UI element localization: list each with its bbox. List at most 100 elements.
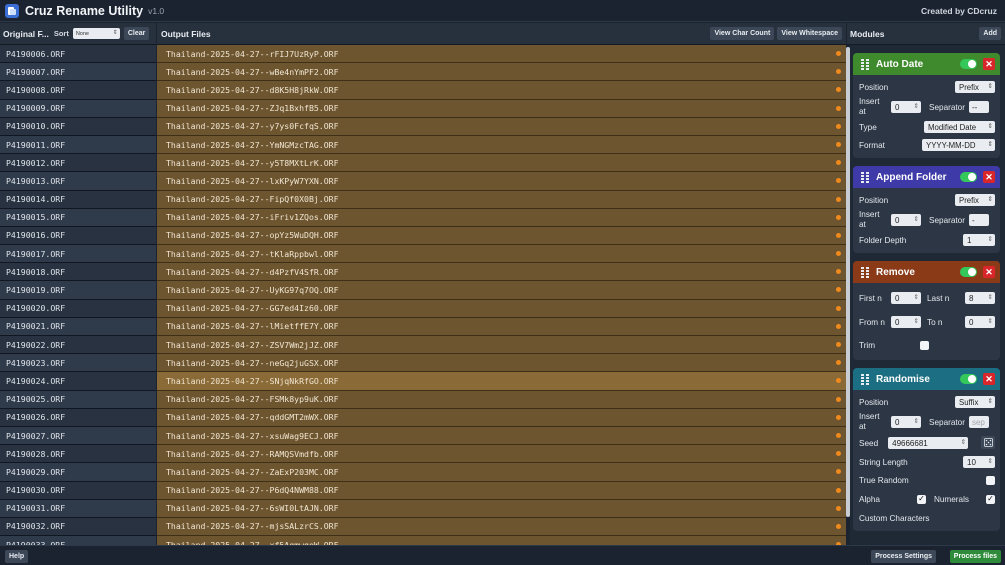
auto-date-header[interactable]: Auto Date ✕ (853, 53, 1000, 75)
trim-checkbox[interactable] (920, 340, 930, 350)
to-n-input[interactable]: 0 ⇕ (965, 316, 995, 328)
output-file-row[interactable]: Thailand-2025-04-27--mjsSALzrCS.ORF (157, 517, 846, 537)
append-folder-header[interactable]: Append Folder ✕ (853, 166, 1000, 188)
output-file-row[interactable]: Thailand-2025-04-27--lxKPyW7YXN.ORF (157, 172, 846, 191)
drag-handle-icon[interactable] (861, 373, 869, 385)
type-select[interactable]: Modified Date ⇕ (924, 121, 995, 133)
append-folder-toggle[interactable] (960, 172, 977, 182)
string-length-input[interactable]: 10 ⇕ (963, 456, 995, 468)
output-file-row[interactable]: Thailand-2025-04-27--rFIJ7UzRyP.ORF (157, 45, 846, 64)
output-file-row[interactable]: Thailand-2025-04-27--ZJq1BxhfB5.ORF (157, 99, 846, 118)
seed-input[interactable]: 49666681 ⇕ (888, 437, 969, 449)
help-button[interactable]: Help (5, 550, 29, 563)
output-file-row[interactable]: Thailand-2025-04-27--GG7ed4Iz60.ORF (157, 299, 846, 318)
output-file-row[interactable]: Thailand-2025-04-27--SNjqNkRfGO.ORF (157, 372, 846, 391)
output-files-list[interactable]: Thailand-2025-04-27--rFIJ7UzRyP.ORF Thail… (157, 45, 846, 545)
remove-header[interactable]: Remove ✕ (853, 261, 1000, 283)
output-file-row[interactable]: Thailand-2025-04-27--lMietffE7Y.ORF (157, 317, 846, 336)
original-file-row[interactable]: P4190018.ORF (0, 263, 156, 282)
output-file-row[interactable]: Thailand-2025-04-27--y5T8MXtLrK.ORF (157, 154, 846, 173)
original-file-row[interactable]: P4190025.ORF (0, 390, 156, 409)
close-icon[interactable]: ✕ (983, 58, 995, 70)
view-char-count-button[interactable]: View Char Count (710, 27, 775, 40)
original-file-row[interactable]: P4190032.ORF (0, 517, 156, 537)
output-file-row[interactable]: Thailand-2025-04-27--YmNGMzcTAG.ORF (157, 135, 846, 155)
true-random-checkbox[interactable] (986, 475, 995, 485)
insert-at-input[interactable]: 0 ⇕ (891, 101, 921, 113)
position-select[interactable]: Suffix ⇕ (955, 396, 995, 408)
output-file-row[interactable]: Thailand-2025-04-27--d4PzfV4SfR.ORF (157, 263, 846, 282)
drag-handle-icon[interactable] (861, 58, 869, 70)
original-file-row[interactable]: P4190023.ORF (0, 354, 156, 373)
output-file-row[interactable]: Thailand-2025-04-27--tKlaRppbwl.ORF (157, 245, 846, 264)
output-file-row[interactable]: Thailand-2025-04-27--ZSV7Wm2jJZ.ORF (157, 336, 846, 355)
separator-input[interactable]: -- (968, 101, 989, 113)
add-module-button[interactable]: Add (979, 27, 1001, 40)
output-file-row[interactable]: Thailand-2025-04-27--wBe4nYmPF2.ORF (157, 63, 846, 82)
original-file-row[interactable]: P4190016.ORF (0, 226, 156, 246)
dice-icon[interactable] (981, 436, 995, 449)
output-file-row[interactable]: Thailand-2025-04-27--FSMk8yp9uK.ORF (157, 390, 846, 409)
position-select[interactable]: Prefix ⇕ (955, 81, 995, 93)
original-file-row[interactable]: P4190024.ORF (0, 372, 156, 391)
output-file-row[interactable]: Thailand-2025-04-27--qddGMT2mWX.ORF (157, 408, 846, 427)
insert-at-input[interactable]: 0 ⇕ (891, 214, 921, 226)
original-file-row[interactable]: P4190006.ORF (0, 45, 156, 64)
close-icon[interactable]: ✕ (983, 266, 995, 278)
output-file-row[interactable]: Thailand-2025-04-27--6sWI0LtAJN.ORF (157, 499, 846, 518)
output-file-row[interactable]: Thailand-2025-04-27--xsuWag9ECJ.ORF (157, 426, 846, 446)
original-file-row[interactable]: P4190015.ORF (0, 208, 156, 227)
original-file-row[interactable]: P4190027.ORF (0, 426, 156, 446)
original-file-row[interactable]: P4190029.ORF (0, 463, 156, 482)
output-file-row[interactable]: Thailand-2025-04-27--opYz5WuDQH.ORF (157, 226, 846, 246)
randomise-toggle[interactable] (960, 374, 977, 384)
output-file-row[interactable]: Thailand-2025-04-27--iFriv1ZQos.ORF (157, 208, 846, 227)
process-settings-button[interactable]: Process Settings (871, 550, 936, 563)
output-file-row[interactable]: Thailand-2025-04-27--FipQf0X0Bj.ORF (157, 190, 846, 209)
last-n-input[interactable]: 8 ⇕ (965, 292, 995, 304)
original-file-row[interactable]: P4190007.ORF (0, 63, 156, 82)
original-file-row[interactable]: P4190020.ORF (0, 299, 156, 318)
output-file-row[interactable]: Thailand-2025-04-27--P6dQ4NWM88.ORF (157, 481, 846, 500)
original-file-row[interactable]: P4190026.ORF (0, 408, 156, 427)
view-whitespace-button[interactable]: View Whitespace (777, 27, 842, 40)
original-file-row[interactable]: P4190010.ORF (0, 117, 156, 136)
original-file-row[interactable]: P4190017.ORF (0, 245, 156, 264)
process-files-button[interactable]: Process files (949, 550, 1001, 563)
output-file-row[interactable]: Thailand-2025-04-27--neGq2juGSX.ORF (157, 354, 846, 373)
close-icon[interactable]: ✕ (983, 171, 995, 183)
separator-input[interactable]: sep (968, 416, 989, 428)
output-file-row[interactable]: Thailand-2025-04-27--RAMQSVmdfb.ORF (157, 445, 846, 464)
clear-button[interactable]: Clear (123, 27, 150, 40)
output-file-row[interactable]: Thailand-2025-04-27--ZaExP203MC.ORF (157, 463, 846, 482)
original-file-row[interactable]: P4190021.ORF (0, 317, 156, 336)
drag-handle-icon[interactable] (861, 171, 869, 183)
numerals-checkbox[interactable]: ✓ (986, 494, 995, 504)
folder-depth-input[interactable]: 1 ⇕ (963, 234, 995, 246)
output-file-row[interactable]: Thailand-2025-04-27--UyKG97q7OQ.ORF (157, 281, 846, 300)
alpha-checkbox[interactable]: ✓ (916, 494, 926, 504)
original-file-row[interactable]: P4190011.ORF (0, 135, 156, 155)
original-files-list[interactable]: P4190006.ORF P4190007.ORF P4190008.ORF P419… (0, 45, 156, 545)
original-file-row[interactable]: P4190019.ORF (0, 281, 156, 300)
original-file-row[interactable]: P4190022.ORF (0, 336, 156, 355)
original-file-row[interactable]: P4190031.ORF (0, 499, 156, 518)
randomise-header[interactable]: Randomise ✕ (853, 368, 1000, 390)
format-select[interactable]: YYYY-MM-DD ⇕ (922, 139, 995, 151)
remove-toggle[interactable] (960, 267, 977, 277)
position-select[interactable]: Prefix ⇕ (955, 194, 995, 206)
output-file-row[interactable]: Thailand-2025-04-27--xf5AqmwgeW.ORF (157, 536, 846, 545)
original-file-row[interactable]: P4190014.ORF (0, 190, 156, 209)
sort-select[interactable]: None ⇕ (72, 28, 120, 39)
original-file-row[interactable]: P4190028.ORF (0, 445, 156, 464)
auto-date-toggle[interactable] (960, 59, 977, 69)
original-file-row[interactable]: P4190009.ORF (0, 99, 156, 118)
output-file-row[interactable]: Thailand-2025-04-27--y7ys0FcfqS.ORF (157, 117, 846, 136)
from-n-input[interactable]: 0 ⇕ (891, 316, 921, 328)
close-icon[interactable]: ✕ (983, 373, 995, 385)
drag-handle-icon[interactable] (861, 266, 869, 278)
separator-input[interactable]: - (968, 214, 989, 226)
original-file-row[interactable]: P4190008.ORF (0, 81, 156, 100)
original-file-row[interactable]: P4190012.ORF (0, 154, 156, 173)
original-file-row[interactable]: P4190013.ORF (0, 172, 156, 191)
